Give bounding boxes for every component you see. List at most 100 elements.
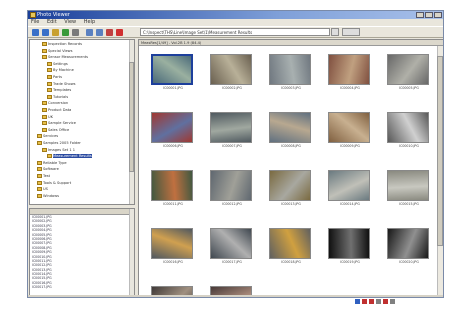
tree-item[interactable]: Parts xyxy=(47,75,62,80)
thumbnail[interactable]: IC00015.JPG xyxy=(387,170,431,208)
menu-file[interactable]: File xyxy=(31,19,39,25)
thumbnail[interactable]: IC00012.JPG xyxy=(210,170,254,208)
tree-item-label: Software xyxy=(43,167,59,172)
thumbnail[interactable]: IC00013.JPG xyxy=(269,170,313,208)
file-list-scrollbar[interactable] xyxy=(129,209,134,296)
tree-item[interactable]: Product Data xyxy=(42,108,71,113)
tree-item[interactable]: Conversion xyxy=(42,101,68,106)
address-dropdown-button[interactable] xyxy=(331,28,339,36)
tree-item[interactable]: Measurement Results xyxy=(47,154,92,159)
folder-icon xyxy=(42,42,47,46)
thumbnail[interactable]: IC00002.JPG xyxy=(210,54,254,92)
thumbnail[interactable]: IC00006.JPG xyxy=(151,112,195,150)
volume-icon[interactable] xyxy=(362,299,367,304)
thumbnail-image xyxy=(328,112,370,143)
thumbnail[interactable]: IC00019.JPG xyxy=(328,228,372,266)
thumbnail[interactable]: IC00014.JPG xyxy=(328,170,372,208)
thumbnail-image xyxy=(328,170,370,201)
thumbnail[interactable]: IC00001.JPG xyxy=(151,54,195,92)
tree-item[interactable]: Inspection Records xyxy=(42,42,82,47)
tree-item[interactable]: Images Set 1 1 xyxy=(42,147,75,153)
tree-item[interactable]: UK xyxy=(42,114,53,120)
thumbnail[interactable]: IC00008.JPG xyxy=(269,112,313,150)
battery-icon[interactable] xyxy=(390,299,395,304)
status-bar xyxy=(28,295,443,297)
title-bar[interactable]: Photo Viewer xyxy=(28,11,443,19)
forward-icon[interactable] xyxy=(42,29,49,36)
tree-item[interactable]: Tools & Support xyxy=(37,180,71,186)
thumbnail[interactable]: IC00003.JPG xyxy=(269,54,313,92)
tree-item[interactable]: By Machine xyxy=(47,68,74,73)
tree-item[interactable]: Sensor Measurements xyxy=(42,55,88,60)
delete-icon[interactable] xyxy=(116,29,123,36)
tree-item-label: Trade Shows xyxy=(53,81,76,86)
maximize-button[interactable] xyxy=(425,12,433,18)
folder-icon xyxy=(37,187,42,192)
back-icon[interactable] xyxy=(32,29,39,36)
folder-icon xyxy=(42,127,47,132)
tree-item[interactable]: Templates xyxy=(47,88,71,93)
thumbnail-scroll-thumb[interactable] xyxy=(437,56,443,246)
thumbnail-scrollbar[interactable] xyxy=(437,46,443,296)
thumbnail[interactable]: IC00017.JPG xyxy=(210,228,254,266)
thumbnail-image xyxy=(210,170,252,201)
folder-icon xyxy=(42,101,47,106)
thumbnail-caption: IC00012.JPG xyxy=(222,202,242,206)
tree-item[interactable]: Trade Shows xyxy=(47,81,76,87)
menu-view[interactable]: View xyxy=(64,19,76,25)
thumbnail-caption: IC00013.JPG xyxy=(281,202,301,206)
menu-edit[interactable]: Edit xyxy=(47,19,57,25)
move-icon[interactable] xyxy=(96,29,103,36)
copy-icon[interactable] xyxy=(86,29,93,36)
view-icon[interactable] xyxy=(72,29,79,36)
tree-item[interactable]: Tutorials xyxy=(47,94,68,100)
thumbnail[interactable]: IC00005.JPG xyxy=(387,54,431,92)
tree-item-label: Inspection Records xyxy=(48,42,82,46)
network-icon[interactable] xyxy=(355,299,360,304)
rotate-icon[interactable] xyxy=(106,29,113,36)
display-icon[interactable] xyxy=(383,299,388,304)
folder-icon xyxy=(42,114,47,119)
thumbnail[interactable]: IC00011.JPG xyxy=(151,170,195,208)
folder-icon xyxy=(42,108,47,112)
thumbnail[interactable]: IC00010.JPG xyxy=(387,112,431,150)
thumbnail-image xyxy=(387,54,429,85)
tree-item[interactable]: Services xyxy=(37,134,58,139)
clock-icon[interactable] xyxy=(376,299,381,304)
tree-item[interactable]: Windows xyxy=(37,193,59,199)
file-list-item[interactable]: IC00017.JPG xyxy=(30,285,134,289)
thumbnail[interactable]: IC00018.JPG xyxy=(269,228,313,266)
thumbnail-caption: IC00011.JPG xyxy=(163,202,183,206)
tree-item[interactable]: Samples 2005 Folder xyxy=(37,141,81,146)
go-button[interactable] xyxy=(342,28,360,36)
thumbnail[interactable]: IC00009.JPG xyxy=(328,112,372,150)
tree-item[interactable]: Test xyxy=(37,174,50,179)
thumbnail[interactable]: IC00004.JPG xyxy=(328,54,372,92)
tree-item-label: Settings xyxy=(53,61,68,66)
refresh-icon[interactable] xyxy=(62,29,69,36)
security-icon[interactable] xyxy=(369,299,374,304)
thumbnail-caption: IC00019.JPG xyxy=(340,260,360,264)
folder-icon xyxy=(37,174,42,178)
tree-item[interactable]: Settings xyxy=(47,61,68,67)
tree-item[interactable]: Sample Service xyxy=(42,121,76,126)
address-bar[interactable]: C:\Inspect\THS\Line\Image Set\1\Measurem… xyxy=(140,28,330,36)
thumbnail-caption: IC00015.JPG xyxy=(399,202,419,206)
tree-item[interactable]: Sales Office xyxy=(42,127,69,133)
tree-scrollbar[interactable] xyxy=(129,40,134,204)
minimize-button[interactable] xyxy=(416,12,424,18)
up-folder-icon[interactable] xyxy=(52,29,59,36)
menu-help[interactable]: Help xyxy=(84,19,95,25)
tree-item[interactable]: US xyxy=(37,187,48,192)
thumbnail[interactable]: IC00020.JPG xyxy=(387,228,431,266)
tree-item[interactable]: Reliable Type xyxy=(37,160,67,166)
tree-scroll-thumb[interactable] xyxy=(129,62,134,172)
close-button[interactable] xyxy=(434,12,442,18)
tree-item[interactable]: Special Views xyxy=(42,48,73,54)
folder-icon xyxy=(47,154,52,159)
tree-item-label: Test xyxy=(43,174,51,178)
tree-item-label: US xyxy=(43,187,48,192)
thumbnail[interactable]: IC00016.JPG xyxy=(151,228,195,266)
thumbnail[interactable]: IC00007.JPG xyxy=(210,112,254,150)
tree-item[interactable]: Software xyxy=(37,167,59,172)
